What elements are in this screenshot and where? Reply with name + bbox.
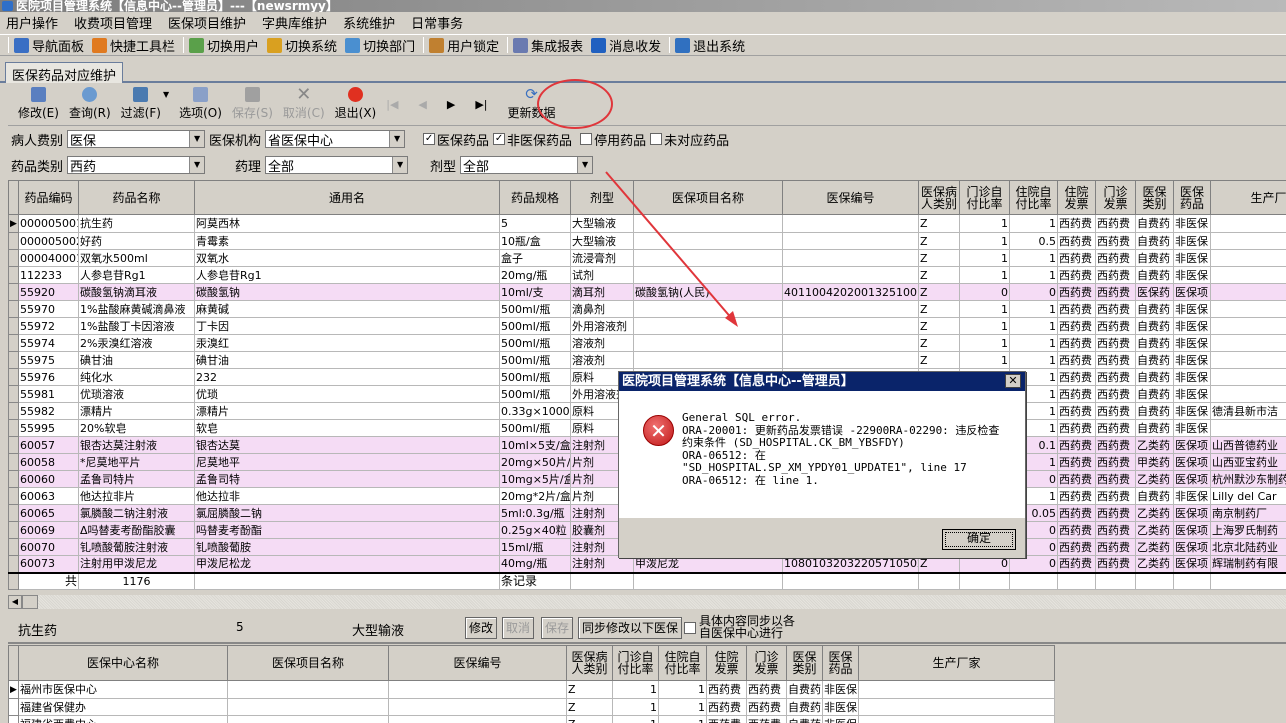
dialog-title: 医院项目管理系统【信息中心--管理员】	[619, 372, 1025, 391]
dialog-footer: 确定	[619, 518, 1025, 558]
arrow-line	[605, 171, 734, 321]
error-icon: ✕	[643, 415, 674, 446]
annotation-arrow	[605, 171, 738, 327]
error-message: General SQL error. ORA-20001: 更新药品发票错误 -…	[682, 411, 1000, 487]
ok-button[interactable]: 确定	[942, 529, 1016, 550]
error-dialog: 医院项目管理系统【信息中心--管理员】 ✕ ✕ General SQL erro…	[618, 371, 1026, 558]
close-icon[interactable]: ✕	[1005, 374, 1021, 388]
